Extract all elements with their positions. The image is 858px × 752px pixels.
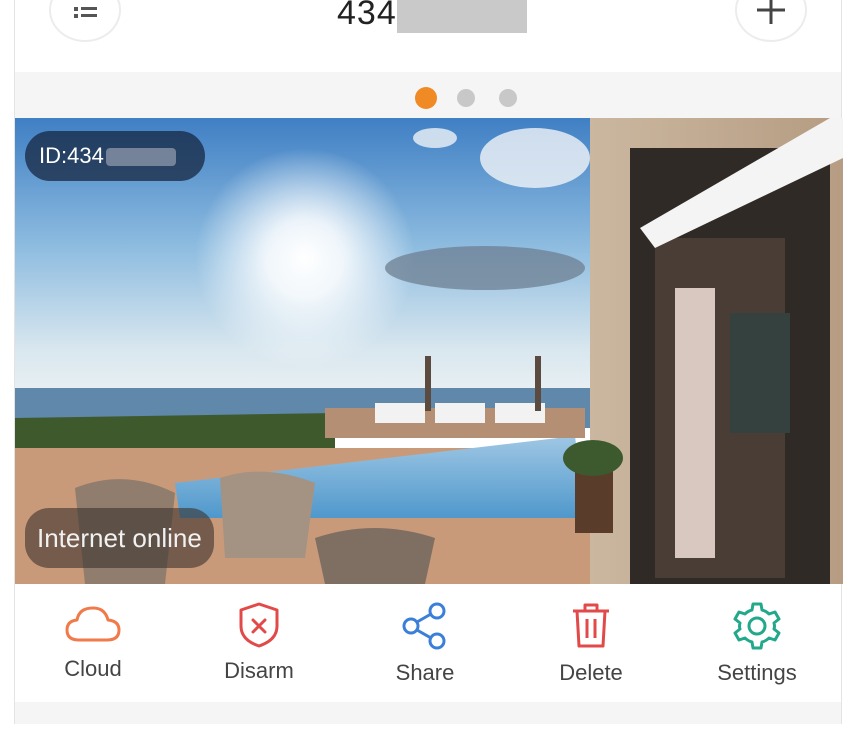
settings-button[interactable]: Settings	[697, 600, 817, 686]
redacted-block	[105, 148, 176, 167]
delete-button[interactable]: Delete	[531, 600, 651, 686]
camera-card: 434 ID:434 Internet online Cloud Disarm …	[14, 0, 843, 724]
action-bar: Cloud Disarm Share Delete Settings	[15, 584, 841, 702]
share-icon	[402, 602, 446, 650]
page-dot[interactable]	[499, 89, 517, 107]
device-id-text: ID:434	[39, 143, 104, 168]
disarm-label: Disarm	[224, 658, 294, 683]
menu-list-icon	[74, 7, 97, 18]
carousel-indicator	[15, 72, 841, 118]
device-title: 434	[337, 0, 527, 33]
disarm-button[interactable]: Disarm	[199, 600, 319, 684]
menu-button[interactable]	[49, 0, 121, 42]
page-dot[interactable]	[457, 89, 475, 107]
bottom-divider	[15, 702, 841, 724]
share-label: Share	[395, 660, 455, 685]
gear-icon	[733, 602, 781, 650]
cloud-label: Cloud	[64, 656, 122, 681]
camera-preview[interactable]: ID:434 Internet online	[15, 118, 843, 584]
settings-label: Settings	[717, 660, 797, 685]
connection-status-badge: Internet online	[25, 508, 214, 568]
add-device-button[interactable]	[735, 0, 807, 42]
header: 434	[15, 0, 841, 72]
cloud-button[interactable]: Cloud	[33, 600, 153, 682]
page-dot-active[interactable]	[415, 87, 437, 109]
delete-label: Delete	[559, 660, 623, 685]
device-title-text: 434	[337, 0, 397, 32]
device-id-badge: ID:434	[25, 131, 205, 181]
plus-icon	[757, 0, 785, 24]
shield-x-icon	[239, 602, 279, 648]
redacted-block	[396, 0, 527, 33]
share-button[interactable]: Share	[365, 600, 485, 686]
cloud-icon	[65, 606, 121, 642]
trash-icon	[573, 603, 609, 648]
